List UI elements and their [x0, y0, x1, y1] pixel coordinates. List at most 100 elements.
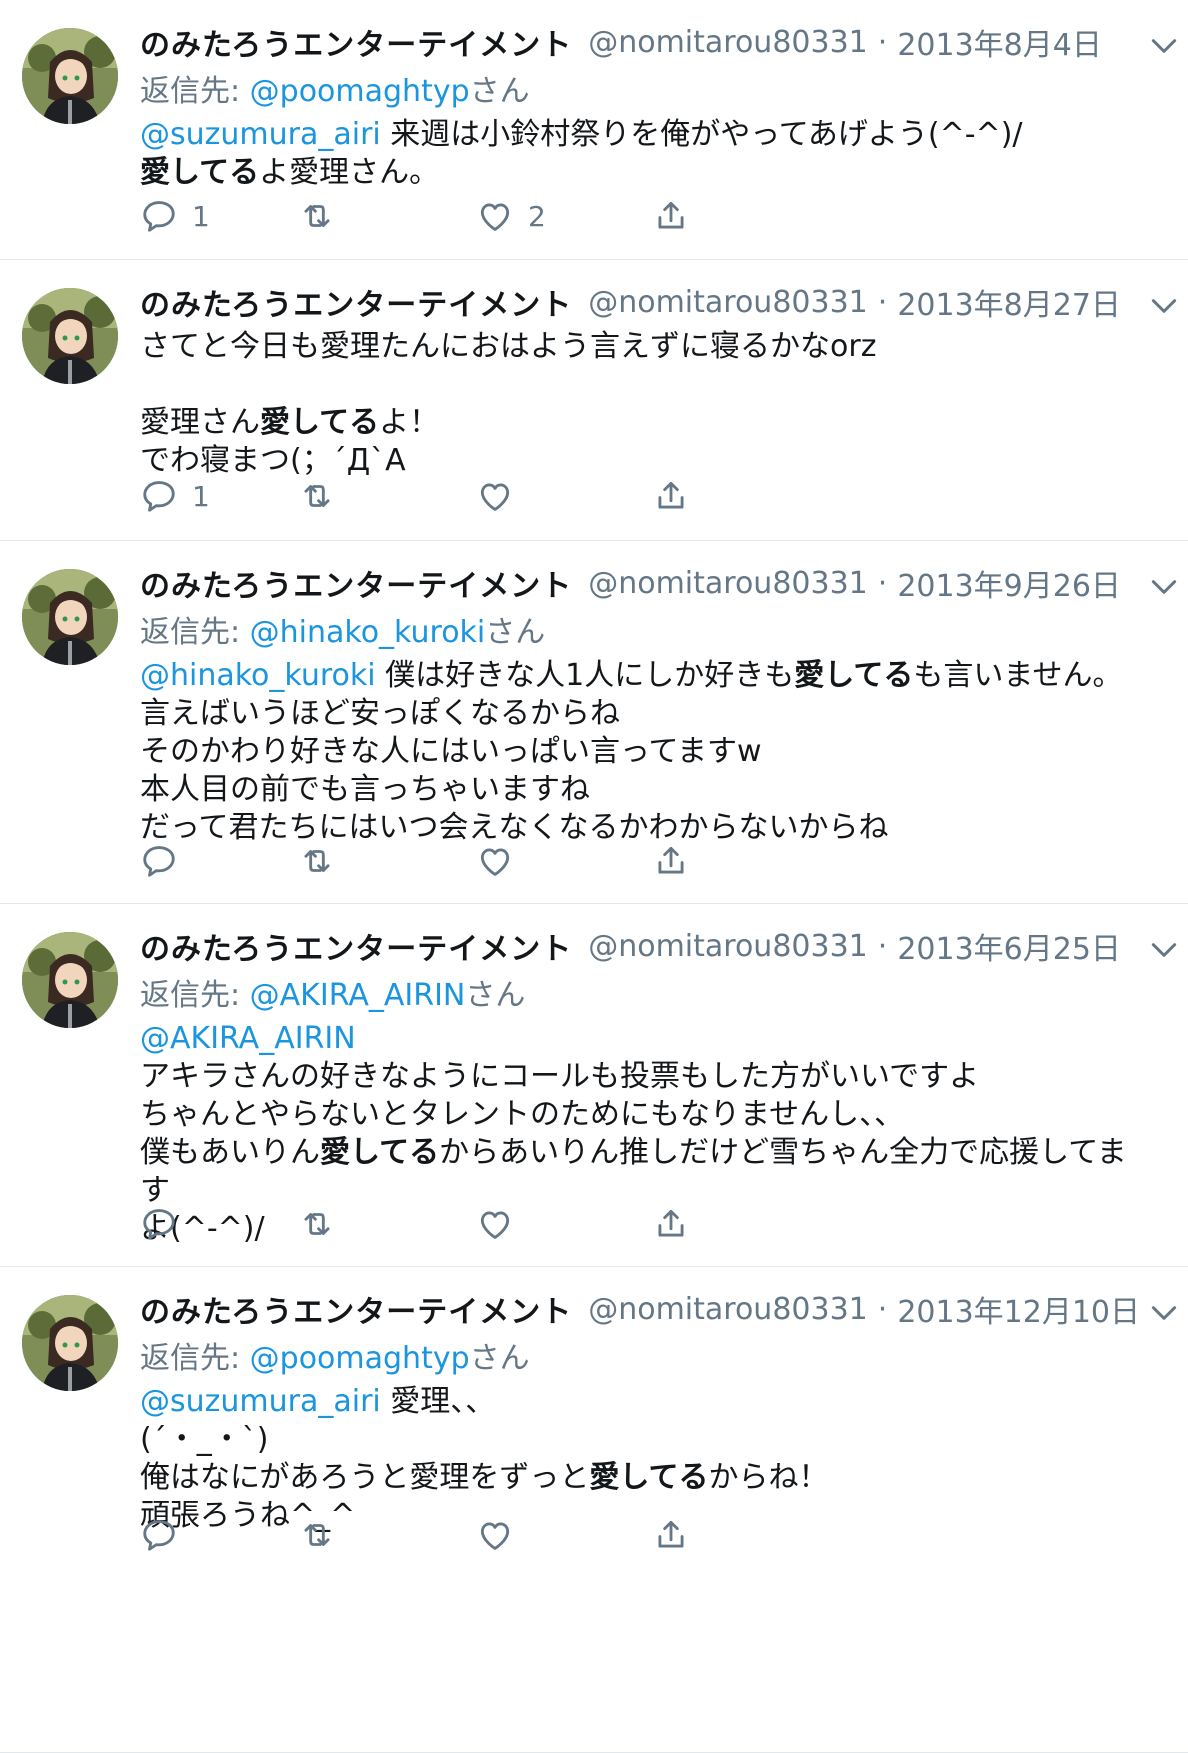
like-count: 2	[528, 199, 546, 233]
separator-dot: ·	[877, 24, 888, 60]
user-handle[interactable]: @nomitarou80331	[588, 566, 868, 601]
chevron-down-icon[interactable]	[1148, 290, 1180, 322]
tweet-date[interactable]: 2013年8月4日	[897, 20, 1102, 64]
tweet[interactable]: のみたろうエンターテイメント @nomitarou80331 · 2013年6月…	[0, 904, 1188, 1267]
reply-to-suffix: さん	[485, 615, 546, 650]
reply-icon	[143, 1520, 175, 1551]
share-button[interactable]	[652, 1513, 690, 1557]
text-segment: 愛理、、	[380, 1384, 496, 1419]
heart-icon	[480, 483, 510, 511]
reply-to-label: 返信先:	[140, 615, 250, 650]
separator-dot: ·	[877, 284, 888, 320]
separator-dot: ·	[877, 565, 888, 601]
share-button[interactable]	[652, 1202, 690, 1246]
retweet-icon	[304, 850, 330, 872]
reply-count: 1	[192, 199, 210, 233]
chevron-down-icon[interactable]	[1148, 30, 1180, 62]
tweet-text-line: 愛してるよ愛理さん。	[140, 154, 1140, 192]
tweet-actions	[140, 1202, 1040, 1246]
tweet-text: @suzumura_airi 来週は小鈴村祭りを俺がやってあげよう(^-^)/愛…	[140, 116, 1140, 192]
display-name[interactable]: のみたろうエンターテイメント	[140, 1287, 572, 1331]
tweet-text-line: @suzumura_airi 愛理、、	[140, 1383, 1140, 1421]
highlight-text: 愛してる	[794, 658, 914, 693]
retweet-button[interactable]	[298, 194, 350, 238]
reply-to-suffix: さん	[469, 74, 530, 109]
reply-button[interactable]	[140, 1202, 192, 1246]
tweet-text-line: @AKIRA_AIRIN	[140, 1020, 1140, 1058]
display-name[interactable]: のみたろうエンターテイメント	[140, 924, 572, 968]
highlight-text: 愛してる	[320, 1135, 440, 1170]
reply-button[interactable]: 1	[140, 474, 210, 518]
avatar[interactable]	[22, 1295, 118, 1391]
reply-to-handle[interactable]: @AKIRA_AIRIN	[250, 978, 466, 1013]
avatar[interactable]	[22, 569, 118, 665]
reply-to-label: 返信先:	[140, 74, 250, 109]
display-name[interactable]: のみたろうエンターテイメント	[140, 561, 572, 605]
reply-icon	[143, 481, 175, 512]
share-button[interactable]	[652, 839, 690, 883]
share-icon	[658, 201, 684, 229]
user-handle[interactable]: @nomitarou80331	[588, 929, 868, 964]
reply-to-handle[interactable]: @hinako_kuroki	[250, 615, 486, 650]
chevron-down-icon[interactable]	[1148, 571, 1180, 603]
share-button[interactable]	[652, 474, 690, 518]
heart-icon	[480, 1522, 510, 1550]
text-segment: さてと今日も愛理たんにおはよう言えずに寝るかなorz	[140, 329, 877, 364]
tweet[interactable]: のみたろうエンターテイメント @nomitarou80331 · 2013年8月…	[0, 260, 1188, 541]
reply-icon	[143, 1209, 175, 1240]
avatar[interactable]	[22, 288, 118, 384]
reply-button[interactable]	[140, 1513, 192, 1557]
tweet-text-line: 本人目の前でも言っちゃいますね	[140, 771, 1140, 809]
reply-to-suffix: さん	[465, 978, 526, 1013]
mention-link[interactable]: @hinako_kuroki	[140, 658, 376, 693]
tweet[interactable]: のみたろうエンターテイメント @nomitarou80331 · 2013年9月…	[0, 541, 1188, 904]
retweet-button[interactable]	[298, 1513, 350, 1557]
tweet-actions	[140, 839, 1040, 883]
like-button[interactable]: 2	[476, 194, 546, 238]
user-handle[interactable]: @nomitarou80331	[588, 285, 868, 320]
tweet-text-line: (´・_・`)	[140, 1421, 1140, 1459]
reply-to-handle[interactable]: @poomaghtyp	[250, 1341, 470, 1376]
tweet-date[interactable]: 2013年8月27日	[897, 280, 1121, 324]
reply-button[interactable]	[140, 839, 192, 883]
retweet-button[interactable]	[298, 1202, 350, 1246]
reply-button[interactable]: 1	[140, 194, 210, 238]
avatar[interactable]	[22, 28, 118, 124]
reply-to-label: 返信先:	[140, 978, 250, 1013]
text-segment: よ！	[379, 405, 440, 440]
avatar[interactable]	[22, 932, 118, 1028]
like-button[interactable]	[476, 474, 528, 518]
user-handle[interactable]: @nomitarou80331	[588, 1292, 868, 1327]
retweet-button[interactable]	[298, 839, 350, 883]
text-segment: 僕もあいりん	[140, 1135, 320, 1170]
like-button[interactable]	[476, 1202, 528, 1246]
tweet-text-line: @suzumura_airi 来週は小鈴村祭りを俺がやってあげよう(^-^)/	[140, 116, 1140, 154]
tweet-text: @hinako_kuroki 僕は好きな人1人にしか好きも愛してるも言いません。…	[140, 657, 1140, 847]
text-segment: 僕は好きな人1人にしか好きも	[375, 658, 795, 693]
share-button[interactable]	[652, 194, 690, 238]
chevron-down-icon[interactable]	[1148, 934, 1180, 966]
avatar-image	[22, 1295, 118, 1391]
tweet-text-line	[140, 366, 1140, 404]
tweet-feed: のみたろうエンターテイメント @nomitarou80331 · 2013年8月…	[0, 0, 1188, 1753]
display-name[interactable]: のみたろうエンターテイメント	[140, 280, 572, 324]
tweet-text-line: ちゃんとやらないとタレントのためにもなりませんし、、	[140, 1096, 1140, 1134]
tweet-date[interactable]: 2013年9月26日	[897, 561, 1121, 605]
tweet[interactable]: のみたろうエンターテイメント @nomitarou80331 · 2013年8月…	[0, 0, 1188, 260]
mention-link[interactable]: @suzumura_airi	[140, 1384, 381, 1419]
mention-link[interactable]: @suzumura_airi	[140, 117, 381, 152]
tweet-date[interactable]: 2013年12月10日	[897, 1287, 1140, 1331]
display-name[interactable]: のみたろうエンターテイメント	[140, 20, 572, 64]
retweet-button[interactable]	[298, 474, 350, 518]
mention-link[interactable]: @AKIRA_AIRIN	[140, 1021, 356, 1056]
tweet[interactable]: のみたろうエンターテイメント @nomitarou80331 · 2013年12…	[0, 1267, 1188, 1753]
reply-to-handle[interactable]: @poomaghtyp	[250, 74, 470, 109]
chevron-down-icon[interactable]	[1148, 1297, 1180, 1329]
tweet-date[interactable]: 2013年6月25日	[897, 924, 1121, 968]
tweet-text-line: 僕もあいりん愛してるからあいりん推しだけど雪ちゃん全力で応援してます	[140, 1134, 1140, 1210]
like-button[interactable]	[476, 839, 528, 883]
tweet-text-line: 愛理さん愛してるよ！	[140, 404, 1140, 442]
user-handle[interactable]: @nomitarou80331	[588, 25, 868, 60]
text-segment: 来週は小鈴村祭りを俺がやってあげよう(^-^)/	[380, 117, 1023, 152]
like-button[interactable]	[476, 1513, 528, 1557]
